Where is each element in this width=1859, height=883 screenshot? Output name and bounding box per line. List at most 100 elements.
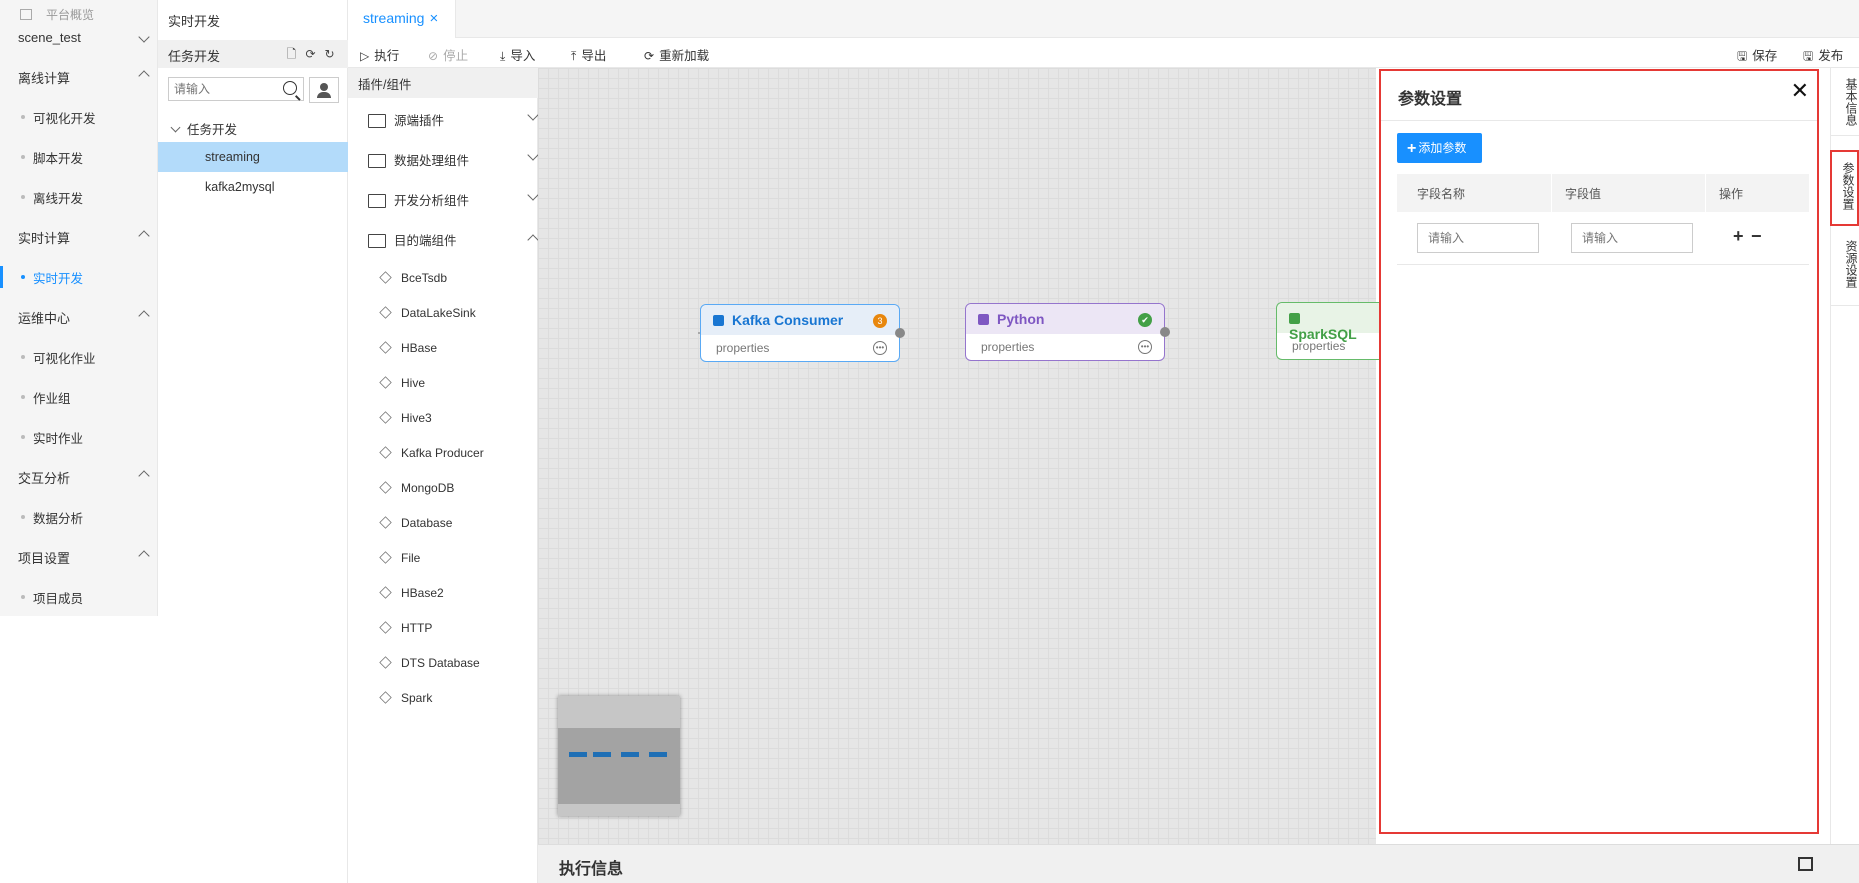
save-button[interactable]: 🖫 保存 <box>1737 45 1777 68</box>
cube-icon <box>1289 313 1300 324</box>
group-dev-analysis[interactable]: 开发分析组件 <box>368 189 539 209</box>
param-name-input[interactable] <box>1418 224 1528 252</box>
node-sparksql[interactable]: SparkSQL properties <box>1276 302 1386 360</box>
nav-item-visual-job[interactable]: 可视化作业 <box>21 348 96 367</box>
search-icon[interactable] <box>283 81 297 95</box>
chevron-down-icon <box>527 149 539 161</box>
node-python[interactable]: Python ✔ properties ••• <box>965 303 1170 361</box>
group-source-plugins[interactable]: 源端插件 <box>368 109 539 129</box>
tree-header: 任务开发 🗋 ⟳ ↻ <box>158 40 348 68</box>
node-kafka-consumer[interactable]: Kafka Consumer 3 properties ••• <box>700 304 905 362</box>
nav-section-realtime[interactable]: 实时计算 <box>18 228 150 247</box>
stop-button[interactable]: ⊘ 停止 <box>428 45 468 64</box>
publish-icon: 🖫 <box>1803 49 1814 63</box>
export-icon: ⤒ <box>571 49 577 63</box>
add-row-icon[interactable]: + <box>1733 226 1744 247</box>
nav-item-realtime-job[interactable]: 实时作业 <box>20 428 83 447</box>
tree-search <box>168 77 304 101</box>
node-properties-label: properties <box>1292 339 1346 353</box>
component-item[interactable]: BceTsdb <box>379 271 447 285</box>
reload-icon[interactable]: ↻ <box>323 48 336 61</box>
run-button[interactable]: ▷ 执行 <box>360 45 399 64</box>
plus-icon: + <box>1407 140 1417 157</box>
close-icon[interactable]: ✕ <box>1791 80 1809 102</box>
nav-section-offline[interactable]: 离线计算 <box>18 68 150 87</box>
component-item[interactable]: HBase2 <box>379 586 444 600</box>
cube-icon <box>379 516 392 529</box>
component-item[interactable]: Database <box>379 516 452 530</box>
tab-basic-info[interactable]: 基本信息 <box>1831 68 1859 136</box>
new-file-icon[interactable]: 🗋 <box>285 48 298 61</box>
check-icon: ✔ <box>1138 313 1152 327</box>
node-properties-label: properties <box>716 341 770 355</box>
component-item[interactable]: File <box>379 551 420 565</box>
cube-icon <box>379 411 392 424</box>
nav-item-job-group[interactable]: 作业组 <box>21 388 71 407</box>
group-sink-components[interactable]: 目的端组件 <box>368 230 539 249</box>
output-port[interactable] <box>1160 327 1170 337</box>
platform-overview-link[interactable]: 平台概览 <box>20 6 94 23</box>
tree-item-kafka2mysql[interactable]: kafka2mysql <box>158 172 348 202</box>
nav-item-data-analysis[interactable]: 数据分析 <box>20 508 83 527</box>
import-button[interactable]: ⤓ 导入 <box>500 45 535 64</box>
output-port[interactable] <box>895 328 905 338</box>
publish-button[interactable]: 🖫 发布 <box>1803 45 1843 68</box>
column-header: 字段值 <box>1565 187 1602 201</box>
stop-icon: ⊘ <box>428 49 439 63</box>
nav-item-offline-dev[interactable]: 离线开发 <box>20 188 83 207</box>
tree-folder[interactable]: 任务开发 <box>170 119 237 138</box>
cube-icon <box>713 315 724 326</box>
cube-icon <box>379 271 392 284</box>
tree-search-input[interactable] <box>169 78 269 100</box>
reload-button[interactable]: ⟳ 重新加载 <box>644 45 709 64</box>
nav-item-script-dev[interactable]: 脚本开发 <box>20 148 83 167</box>
project-select[interactable]: scene_test <box>18 30 152 45</box>
task-tree-panel: 实时开发 任务开发 🗋 ⟳ ↻ 任务开发 streaming kafka2mys… <box>158 0 348 883</box>
group-data-processing[interactable]: 数据处理组件 <box>368 149 539 169</box>
component-item[interactable]: MongoDB <box>379 481 454 495</box>
nav-item-realtime-dev[interactable]: 实时开发 <box>20 268 83 287</box>
add-param-button[interactable]: + 添加参数 <box>1397 133 1482 163</box>
chevron-up-icon <box>527 234 539 246</box>
minimap[interactable] <box>558 696 680 816</box>
nav-section-project-settings[interactable]: 项目设置 <box>18 548 150 567</box>
param-value-input[interactable] <box>1572 224 1682 252</box>
cube-icon <box>379 306 392 319</box>
plugin-panel-title: 插件/组件 <box>348 68 538 98</box>
refresh-icon[interactable]: ⟳ <box>304 48 317 61</box>
close-icon[interactable]: × <box>429 10 438 27</box>
param-value-cell <box>1571 223 1693 253</box>
tab-streaming[interactable]: streaming × <box>348 0 456 38</box>
component-item[interactable]: DataLakeSink <box>379 306 476 320</box>
component-item[interactable]: Kafka Producer <box>379 446 484 460</box>
folder-icon <box>368 154 386 168</box>
more-icon[interactable]: ••• <box>873 341 887 355</box>
tab-resource-settings[interactable]: 资源设置 <box>1831 230 1859 306</box>
params-title: 参数设置 <box>1398 91 1463 108</box>
chevron-down-icon <box>527 189 539 201</box>
params-table-header: 字段名称 字段值 操作 <box>1397 174 1809 212</box>
component-item[interactable]: HBase <box>379 341 437 355</box>
user-filter-button[interactable] <box>309 77 339 103</box>
remove-row-icon[interactable]: − <box>1751 226 1762 247</box>
component-item[interactable]: Hive3 <box>379 411 432 425</box>
nav-section-ops[interactable]: 运维中心 <box>18 308 150 327</box>
more-icon[interactable]: ••• <box>1138 340 1152 354</box>
nav-item-visual-dev[interactable]: 可视化开发 <box>21 108 96 127</box>
play-icon: ▷ <box>360 49 370 63</box>
folder-icon <box>368 194 386 208</box>
maximize-icon[interactable] <box>1798 857 1813 871</box>
cube-icon <box>379 481 392 494</box>
component-item[interactable]: DTS Database <box>379 656 480 670</box>
overview-icon <box>20 9 32 20</box>
cube-icon <box>379 376 392 389</box>
component-item[interactable]: HTTP <box>379 621 432 635</box>
export-button[interactable]: ⤒ 导出 <box>571 45 606 64</box>
tab-param-settings[interactable]: 参数设置 <box>1830 150 1859 226</box>
tree-item-streaming[interactable]: streaming <box>158 142 348 172</box>
nav-section-analysis[interactable]: 交互分析 <box>18 468 150 487</box>
exec-info-bar: 执行信息 <box>538 844 1859 883</box>
component-item[interactable]: Hive <box>379 376 425 390</box>
component-item[interactable]: Spark <box>379 691 432 705</box>
nav-item-project-members[interactable]: 项目成员 <box>20 588 83 607</box>
